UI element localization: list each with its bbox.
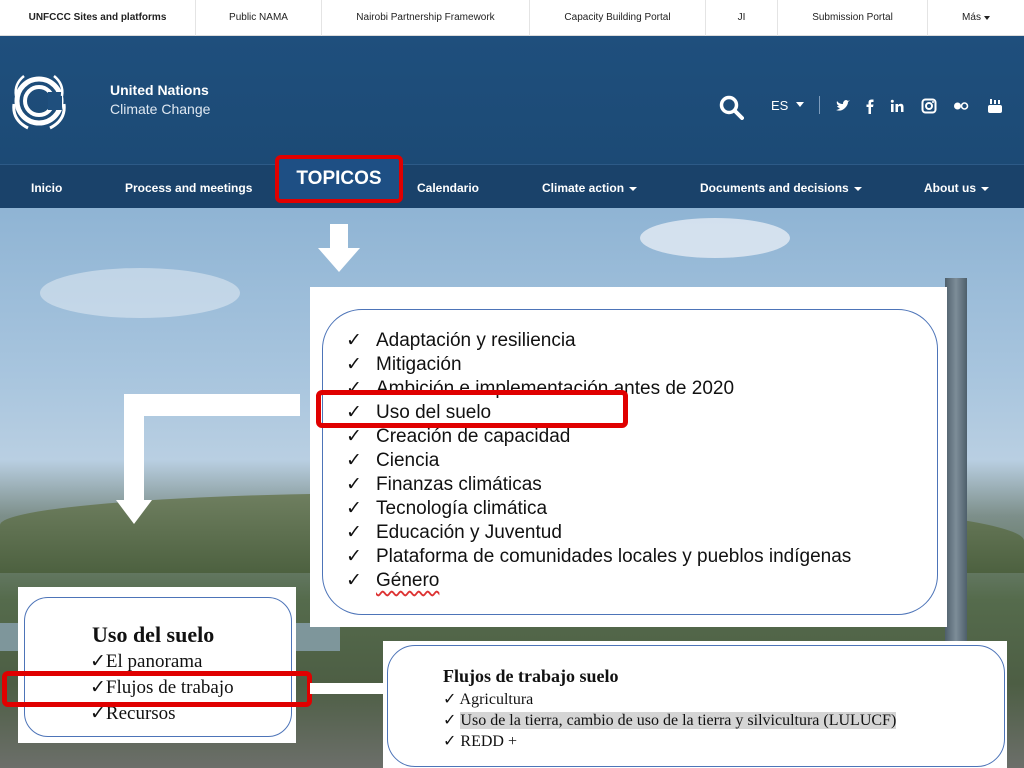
topic-label: Finanzas climáticas	[376, 474, 542, 495]
uso-item-el-panorama[interactable]: ✓El panorama	[90, 650, 202, 673]
check-icon: ✓	[90, 651, 106, 672]
chevron-down-icon	[629, 186, 638, 191]
topbar-more-menu[interactable]: Más	[928, 0, 1024, 36]
topics-panel: ✓ Adaptación y resiliencia ✓ Mitigación ✓ A…	[310, 287, 947, 627]
brand-name[interactable]: United Nations	[110, 82, 209, 98]
check-icon: ✓	[346, 330, 362, 351]
nav-item-topicos-highlighted[interactable]: TOPICOS	[275, 155, 403, 203]
check-icon: ✓	[346, 426, 362, 447]
topbar-link-submission-portal[interactable]: Submission Portal	[778, 0, 928, 36]
highlight-box-flujos-de-trabajo	[2, 671, 312, 707]
topic-label: Creación de capacidad	[376, 426, 571, 447]
cloud	[640, 218, 790, 258]
topic-item[interactable]: ✓ Adaptación y resiliencia	[346, 329, 576, 352]
linkedin-icon[interactable]	[889, 98, 905, 114]
uso-item-label: El panorama	[105, 651, 203, 672]
twitter-icon[interactable]	[835, 98, 851, 114]
main-navigation: Inicio Process and meetings Calendario C…	[0, 164, 1024, 208]
nav-item-process-and-meetings[interactable]: Process and meetings	[125, 181, 252, 195]
youtube-icon[interactable]	[987, 98, 1003, 114]
topic-item[interactable]: ✓ Plataforma de comunidades locales y pue…	[346, 545, 851, 568]
topic-label: Ciencia	[376, 450, 440, 471]
topbar-link-capacity-building[interactable]: Capacity Building Portal	[530, 0, 706, 36]
topic-label: Adaptación y resiliencia	[376, 330, 576, 351]
check-icon: ✓	[443, 733, 457, 750]
header-divider	[819, 96, 820, 114]
check-icon: ✓	[443, 691, 457, 708]
topic-item[interactable]: ✓ Creación de capacidad	[346, 425, 570, 448]
highlight-box-uso-del-suelo	[316, 390, 628, 428]
uso-panel-title: Uso del suelo	[92, 622, 215, 647]
check-icon: ✓	[346, 570, 362, 591]
check-icon: ✓	[346, 546, 362, 567]
arrow-elbow-icon	[116, 394, 300, 524]
nav-item-label: TOPICOS	[296, 168, 382, 189]
facebook-icon[interactable]	[862, 98, 878, 114]
nav-item-label: Documents and decisions	[700, 181, 849, 195]
office-tower	[945, 278, 967, 698]
brand-subtitle[interactable]: Climate Change	[110, 101, 210, 117]
flujos-item-lulucf[interactable]: ✓ Uso de la tierra, cambio de uso de la …	[443, 710, 897, 730]
flujos-item-redd[interactable]: ✓ REDD +	[443, 731, 517, 751]
sites-bar: UNFCCC Sites and platforms Public NAMA N…	[0, 0, 1024, 36]
topbar-link-public-nama[interactable]: Public NAMA	[196, 0, 322, 36]
check-icon: ✓	[346, 450, 362, 471]
check-icon: ✓	[346, 354, 362, 375]
language-selector[interactable]: ES	[771, 98, 788, 113]
flickr-icon[interactable]	[953, 98, 969, 114]
nav-item-inicio[interactable]: Inicio	[31, 181, 62, 195]
check-icon: ✓	[443, 712, 457, 729]
check-icon: ✓	[346, 474, 362, 495]
nav-item-climate-action[interactable]: Climate action	[542, 181, 638, 195]
search-icon[interactable]	[718, 94, 744, 120]
topic-item[interactable]: ✓ Mitigación	[346, 353, 462, 376]
nav-item-documents-and-decisions[interactable]: Documents and decisions	[700, 181, 862, 195]
flujos-item-label: Uso de la tierra, cambio de uso de la ti…	[460, 712, 897, 729]
site-header: United Nations Climate Change ES	[0, 36, 1024, 164]
connector-bar	[310, 683, 386, 694]
nav-item-about-us[interactable]: About us	[924, 181, 989, 195]
nav-item-calendario[interactable]: Calendario	[417, 181, 479, 195]
topbar-link-ji[interactable]: JI	[706, 0, 778, 36]
check-icon: ✓	[346, 522, 362, 543]
flujos-panel-title: Flujos de trabajo suelo	[443, 666, 619, 686]
check-icon: ✓	[346, 498, 362, 519]
nav-item-label: About us	[924, 181, 976, 195]
cloud	[40, 268, 240, 318]
topic-item[interactable]: ✓ Finanzas climáticas	[346, 473, 542, 496]
topic-item[interactable]: ✓ Tecnología climática	[346, 497, 547, 520]
flujos-item-label: Agricultura	[459, 691, 534, 708]
topbar-link-nairobi[interactable]: Nairobi Partnership Framework	[322, 0, 530, 36]
chevron-down-icon	[853, 186, 862, 191]
topic-item[interactable]: ✓ Género	[346, 569, 439, 592]
instagram-icon[interactable]	[921, 98, 937, 114]
topbar-more-label: Más	[962, 12, 981, 23]
topic-item[interactable]: ✓ Ciencia	[346, 449, 439, 472]
topic-label: Mitigación	[376, 354, 462, 375]
topbar-link-unfccc-sites[interactable]: UNFCCC Sites and platforms	[0, 0, 196, 36]
topic-label: Género	[376, 570, 440, 591]
chevron-down-icon	[983, 15, 990, 20]
arrow-down-icon	[318, 224, 360, 272]
topic-label: Educación y Juventud	[376, 522, 562, 543]
chevron-down-icon	[796, 102, 804, 107]
topic-label: Plataforma de comunidades locales y pueb…	[376, 546, 852, 567]
topic-item[interactable]: ✓ Educación y Juventud	[346, 521, 562, 544]
nav-item-label: Climate action	[542, 181, 625, 195]
flujos-item-agricultura[interactable]: ✓ Agricultura	[443, 689, 533, 709]
chevron-down-icon	[981, 186, 989, 191]
topic-label: Tecnología climática	[376, 498, 548, 519]
flujos-item-label: REDD +	[460, 733, 517, 750]
un-climate-logo-icon[interactable]	[8, 70, 70, 132]
